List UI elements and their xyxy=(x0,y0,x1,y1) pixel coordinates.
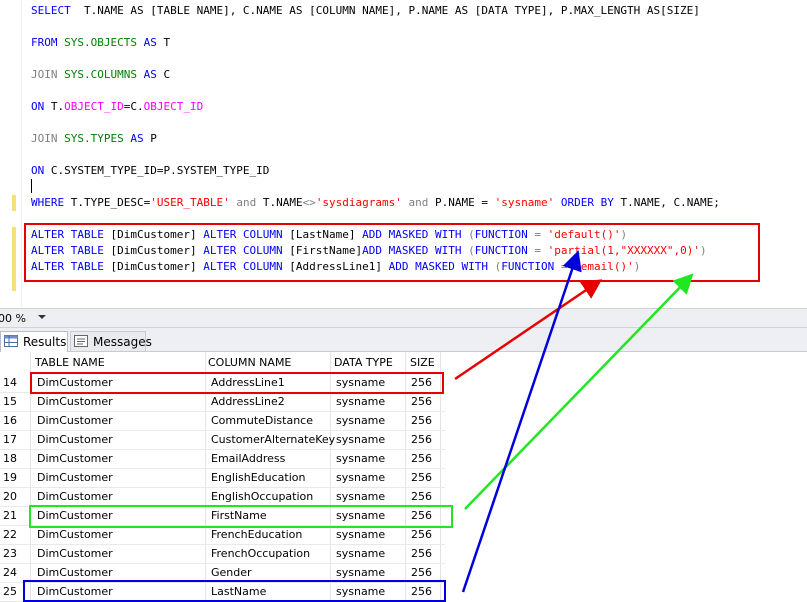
annotation-arrows xyxy=(454,250,694,593)
green-arrow xyxy=(464,273,694,510)
blue-arrow xyxy=(461,250,582,593)
red-arrow xyxy=(454,279,603,381)
